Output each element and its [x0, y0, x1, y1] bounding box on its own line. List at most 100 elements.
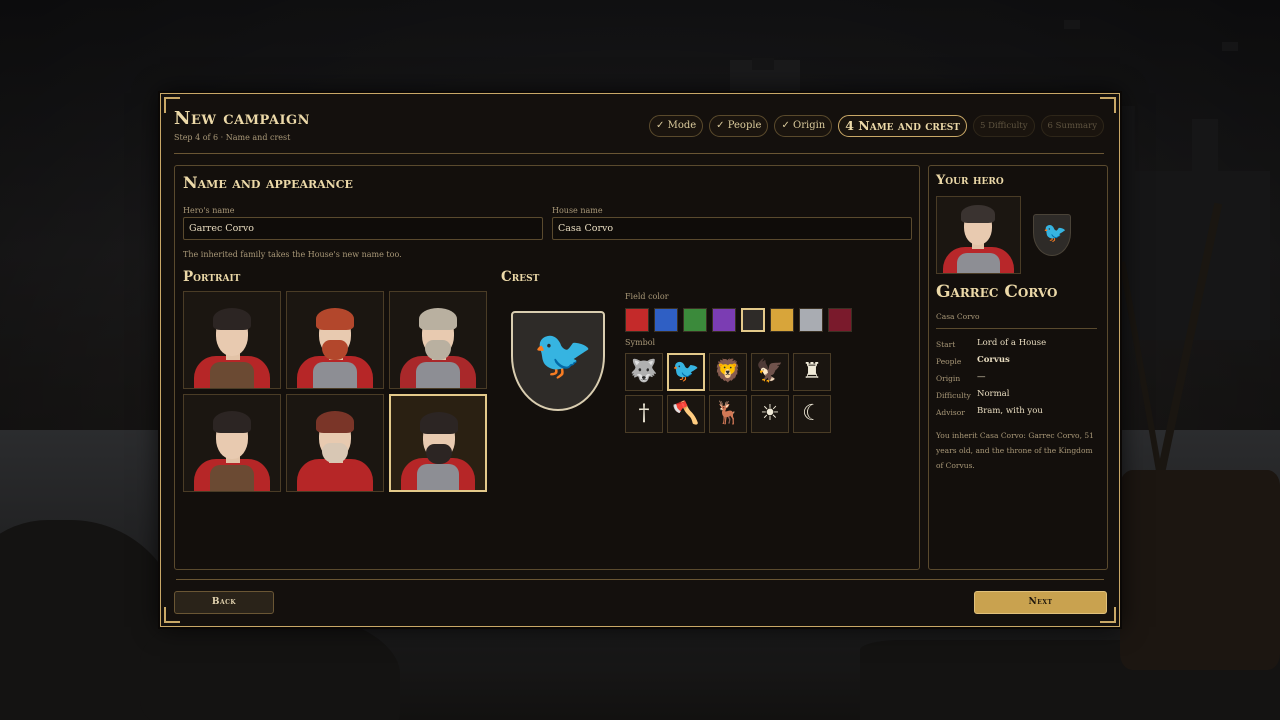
your-hero-panel: Your hero 🐦 Garrec Corvo Casa Corvo Star… — [928, 165, 1108, 570]
divider — [174, 153, 1104, 154]
field-color-swatch[interactable] — [741, 308, 765, 332]
hero-info-key: Origin — [936, 374, 961, 383]
lion-icon: 🦁 — [714, 359, 742, 384]
portrait-title: Portrait — [183, 269, 241, 285]
portrait-beard — [426, 444, 452, 464]
hero-info-key: People — [936, 357, 962, 366]
portrait-option[interactable] — [286, 291, 384, 389]
divider — [936, 328, 1097, 329]
hero-portrait — [936, 196, 1021, 274]
hero-info-key: Start — [936, 340, 956, 349]
portrait-option[interactable] — [389, 394, 487, 492]
your-hero-title: Your hero — [936, 173, 1004, 188]
eagle-icon: 🦅 — [756, 359, 784, 384]
back-button[interactable]: Back — [174, 591, 274, 614]
field-color-swatch[interactable] — [654, 308, 678, 332]
hero-crest: 🐦 — [1033, 214, 1071, 256]
wolf-icon: 🐺 — [630, 359, 658, 384]
portrait-beard — [322, 443, 348, 463]
raven-icon: 🐦 — [672, 359, 700, 384]
symbol-option[interactable]: ♜ — [793, 353, 831, 391]
divider — [176, 579, 1104, 580]
symbol-picker: 🐺 🐦 🦁 🦅 ♜ † 🪓 🦌 ☀ ☾ — [625, 353, 831, 433]
hero-info-value: Bram, with you — [977, 406, 1043, 416]
portrait-armor — [313, 465, 357, 491]
step-people[interactable]: ✓ People — [709, 115, 769, 137]
hero-name-input[interactable]: Garrec Corvo — [183, 217, 543, 240]
portrait-hair — [316, 308, 354, 330]
symbol-option[interactable]: † — [625, 395, 663, 433]
field-color-picker — [625, 308, 852, 332]
symbol-option[interactable]: 🦌 — [709, 395, 747, 433]
hero-info-value: Corvus — [977, 355, 1010, 365]
field-color-swatch[interactable] — [828, 308, 852, 332]
symbol-option[interactable]: 🪓 — [667, 395, 705, 433]
hero-info-value: Normal — [977, 389, 1010, 399]
portrait-hair — [213, 308, 251, 330]
tower-icon: ♜ — [802, 359, 822, 384]
portrait-armor — [957, 253, 1000, 273]
dialog-title: New campaign — [174, 108, 311, 129]
flag — [752, 58, 774, 70]
corner-ornament — [1100, 97, 1116, 113]
portrait-option[interactable] — [389, 291, 487, 389]
portrait-armor — [210, 465, 254, 491]
sword-icon: † — [638, 401, 650, 426]
raven-icon: 🐦 — [1043, 222, 1067, 244]
hero-info-row: People Corvus — [936, 355, 1010, 368]
symbol-option[interactable]: 🦅 — [751, 353, 789, 391]
hero-info-row: Advisor Bram, with you — [936, 406, 1043, 419]
portrait-beard — [322, 340, 348, 360]
step-summary: 6 Summary — [1040, 115, 1104, 137]
portrait-armor — [416, 362, 460, 388]
name-and-appearance-panel: Name and appearance Hero's name Garrec C… — [174, 165, 920, 570]
step-difficulty: 5 Difficulty — [972, 115, 1035, 137]
step-indicator: ✓ Mode ✓ People ✓ Origin 4 Name and cres… — [649, 115, 1104, 137]
field-color-swatch[interactable] — [625, 308, 649, 332]
field-color-swatch[interactable] — [770, 308, 794, 332]
symbol-option[interactable]: ☾ — [793, 395, 831, 433]
flag — [1064, 20, 1080, 29]
hero-name-label: Hero's name — [183, 206, 235, 215]
next-button[interactable]: Next — [974, 591, 1107, 614]
portrait-hair — [961, 205, 995, 223]
portrait-hair — [316, 411, 354, 433]
portrait-option[interactable] — [286, 394, 384, 492]
symbol-option[interactable]: 🐦 — [667, 353, 705, 391]
hero-info-row: Start Lord of a House — [936, 338, 1046, 351]
step-name-and-crest[interactable]: 4 Name and crest — [838, 115, 967, 137]
symbol-option[interactable]: 🦁 — [709, 353, 747, 391]
symbol-option[interactable]: ☀ — [751, 395, 789, 433]
crest-preview: 🐦 — [511, 311, 605, 411]
hero-summary-note: You inherit Casa Corvo: Garrec Corvo, 51… — [936, 431, 1094, 470]
step-mode[interactable]: ✓ Mode — [649, 115, 704, 137]
symbol-label: Symbol — [625, 338, 656, 347]
hero-house: Casa Corvo — [936, 312, 980, 321]
campaign-dialog: New campaign Step 4 of 6 · Name and cres… — [160, 93, 1120, 627]
field-color-swatch[interactable] — [712, 308, 736, 332]
house-name-input[interactable]: Casa Corvo — [552, 217, 912, 240]
portrait-hair — [420, 412, 458, 434]
flag — [1222, 42, 1238, 51]
hero-info-key: Difficulty — [936, 391, 971, 400]
portrait-option[interactable] — [183, 291, 281, 389]
field-color-label: Field color — [625, 292, 669, 301]
field-color-swatch[interactable] — [683, 308, 707, 332]
portrait-hair — [213, 411, 251, 433]
hero-info-row: Origin — — [936, 372, 986, 385]
axe-icon: 🪓 — [672, 401, 700, 426]
hero-name: Garrec Corvo — [936, 282, 1058, 302]
portrait-armor — [417, 464, 459, 490]
symbol-option[interactable]: 🐺 — [625, 353, 663, 391]
house-name-label: House name — [552, 206, 603, 215]
portrait-grid — [183, 291, 487, 492]
house-name-hint: The inherited family takes the House's n… — [183, 250, 402, 259]
raven-icon: 🐦 — [533, 327, 593, 383]
portrait-armor — [210, 362, 254, 388]
step-origin[interactable]: ✓ Origin — [774, 115, 833, 137]
hero-info-row: Difficulty Normal — [936, 389, 1009, 402]
field-color-swatch[interactable] — [799, 308, 823, 332]
hero-info-value: Lord of a House — [977, 338, 1047, 348]
moon-icon: ☾ — [802, 401, 822, 426]
portrait-option[interactable] — [183, 394, 281, 492]
